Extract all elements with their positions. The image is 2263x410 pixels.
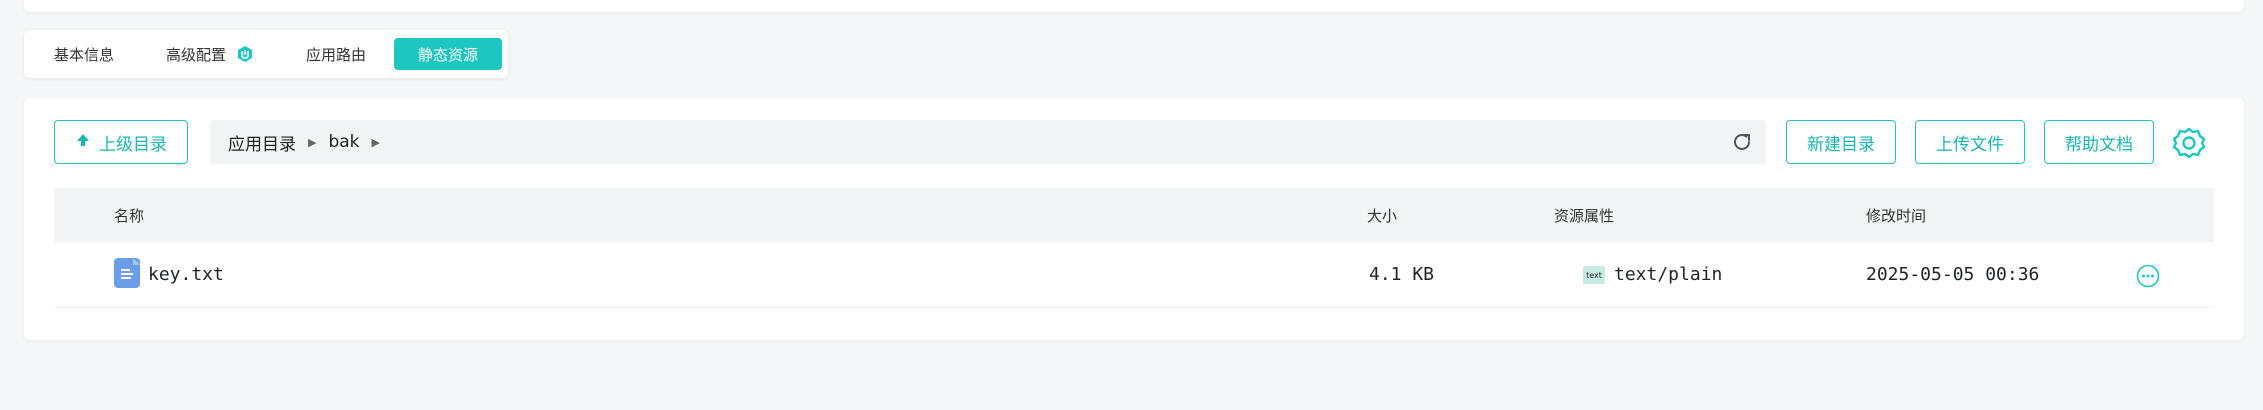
refresh-icon[interactable] [1730, 130, 1754, 154]
caret-right-icon: ▶ [308, 135, 317, 149]
settings-icon[interactable] [2172, 126, 2206, 160]
help-docs-button[interactable]: 帮助文档 [2044, 120, 2154, 164]
breadcrumb-item-app-directory[interactable]: 应用目录 [228, 130, 296, 155]
tab-static-resources[interactable]: 静态资源 [394, 38, 503, 70]
modified-time: 2025-05-05 00:36 [1866, 264, 2040, 285]
breadcrumb-item-bak[interactable]: bak [328, 132, 359, 152]
caret-right-icon: ▶ [371, 135, 380, 149]
top-card [24, 0, 2244, 12]
text-type-icon: text [1583, 266, 1605, 284]
tab-label: 应用路由 [306, 45, 367, 64]
column-header-size[interactable]: 大小 [1367, 205, 1397, 226]
table-header: 名称 大小 资源属性 修改时间 [54, 188, 2214, 242]
badge-icon [236, 45, 254, 63]
table-row[interactable]: key.txt 4.1 KB text text/plain 2025-05-0… [54, 244, 2214, 308]
tab-advanced-config[interactable]: 高级配置 [142, 38, 278, 70]
file-name[interactable]: key.txt [148, 264, 224, 285]
button-label: 上传文件 [1936, 134, 2004, 155]
resource-attribute: text/plain [1614, 264, 1723, 285]
tab-label: 高级配置 [166, 45, 227, 64]
tab-basic-info[interactable]: 基本信息 [30, 38, 138, 70]
upload-file-button[interactable]: 上传文件 [1915, 120, 2025, 164]
static-resources-panel: 上级目录 应用目录 ▶ bak ▶ 新建目录 上传文件 帮助文档 名称 大小 资… [24, 98, 2244, 340]
column-header-attributes[interactable]: 资源属性 [1554, 205, 1614, 226]
tab-label: 静态资源 [418, 45, 479, 64]
button-label: 帮助文档 [2065, 134, 2133, 155]
new-directory-button[interactable]: 新建目录 [1786, 120, 1896, 164]
svg-text:text: text [1586, 271, 1602, 280]
arrow-up-icon [75, 132, 91, 153]
more-options-icon[interactable] [2136, 264, 2160, 288]
parent-directory-button[interactable]: 上级目录 [54, 120, 188, 164]
text-file-icon [114, 258, 140, 288]
column-header-name[interactable]: 名称 [114, 205, 144, 226]
column-header-modified-time[interactable]: 修改时间 [1866, 205, 1926, 226]
tab-label: 基本信息 [54, 45, 115, 64]
breadcrumb: 应用目录 ▶ bak ▶ [210, 120, 1766, 164]
file-size: 4.1 KB [1369, 264, 1435, 285]
button-label: 上级目录 [99, 134, 167, 155]
button-label: 新建目录 [1807, 134, 1875, 155]
tab-app-routes[interactable]: 应用路由 [282, 38, 390, 70]
tab-bar: 基本信息 高级配置 应用路由 静态资源 [24, 30, 508, 78]
